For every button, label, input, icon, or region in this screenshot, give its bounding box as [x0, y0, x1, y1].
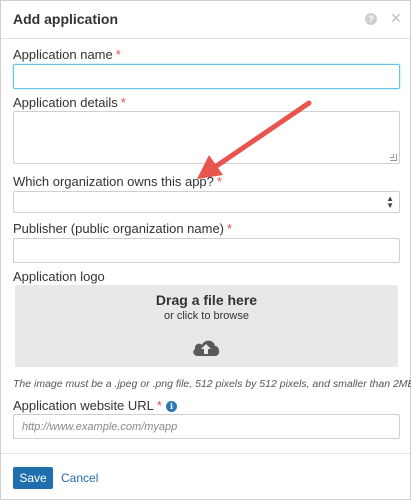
- org-label: Which organization owns this app? *: [13, 174, 222, 189]
- required-marker: *: [216, 174, 222, 189]
- required-marker: *: [115, 47, 121, 62]
- cancel-link[interactable]: Cancel: [61, 471, 98, 485]
- dropzone-subtitle: or click to browse: [164, 310, 249, 322]
- info-icon[interactable]: i: [165, 401, 177, 412]
- cloud-upload-icon: [193, 340, 220, 356]
- app-details-label-text: Application details: [13, 95, 118, 110]
- required-marker: *: [120, 95, 126, 110]
- dialog-footer: Save Cancel: [1, 453, 410, 499]
- logo-label: Application logo: [13, 269, 105, 284]
- select-arrows-icon: ▲ ▼: [386, 194, 394, 210]
- app-name-label: Application name *: [13, 47, 121, 62]
- url-input[interactable]: [13, 414, 400, 439]
- org-select[interactable]: ▲ ▼: [13, 191, 400, 213]
- app-name-label-text: Application name: [13, 47, 113, 62]
- resize-grip-icon[interactable]: [390, 154, 397, 161]
- add-application-dialog: Add application ? ✕ Application name * Ap…: [0, 0, 411, 500]
- logo-dropzone[interactable]: Drag a file here or click to browse: [15, 285, 398, 367]
- app-details-label: Application details *: [13, 95, 126, 110]
- dropzone-title: Drag a file here: [155, 292, 258, 308]
- publisher-input[interactable]: [13, 238, 400, 263]
- app-name-input[interactable]: [13, 64, 400, 89]
- help-icon[interactable]: ?: [365, 13, 377, 25]
- logo-hint: The image must be a .jpeg or .png file, …: [13, 378, 411, 390]
- org-label-text: Which organization owns this app?: [13, 174, 214, 189]
- required-marker: *: [156, 398, 162, 413]
- required-marker: *: [227, 221, 233, 236]
- publisher-label-text: Publisher (public organization name): [13, 221, 225, 236]
- dialog-header: Add application ? ✕: [1, 1, 410, 39]
- save-button[interactable]: Save: [13, 467, 53, 489]
- url-label-text: Application website URL: [13, 398, 154, 413]
- publisher-label: Publisher (public organization name) *: [13, 221, 232, 236]
- app-details-textarea[interactable]: [13, 111, 400, 164]
- close-icon[interactable]: ✕: [390, 11, 402, 25]
- dialog-title: Add application: [13, 11, 118, 27]
- url-label: Application website URL * i: [13, 398, 177, 413]
